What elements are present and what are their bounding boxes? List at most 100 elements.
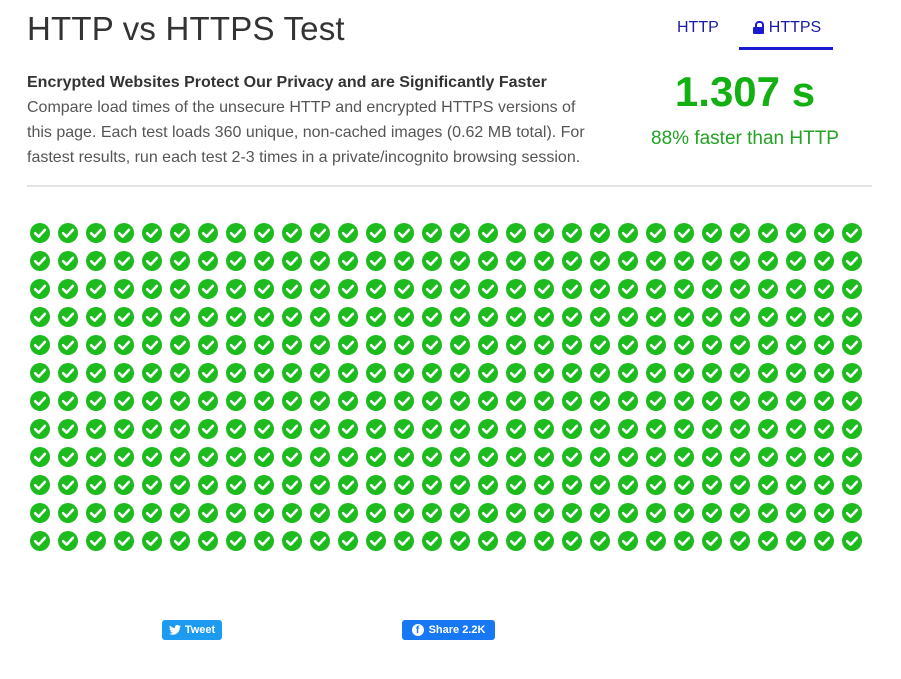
check-circle-icon [254,335,274,355]
check-circle-icon [198,279,218,299]
check-circle-icon [478,223,498,243]
check-circle-icon [170,419,190,439]
facebook-share-button[interactable]: f Share 2.2K [402,620,495,640]
check-circle-icon [478,335,498,355]
check-circle-icon [422,531,442,551]
check-circle-icon [786,531,806,551]
check-circle-icon [142,223,162,243]
check-circle-icon [114,279,134,299]
tab-https[interactable]: HTTPS [738,12,834,50]
check-circle-icon [702,307,722,327]
check-circle-icon [562,363,582,383]
tab-http[interactable]: HTTP [660,12,736,48]
check-circle-icon [450,531,470,551]
check-circle-icon [58,419,78,439]
tweet-button[interactable]: Tweet [162,620,222,640]
check-circle-icon [198,335,218,355]
check-circle-icon [646,279,666,299]
check-circle-icon [562,447,582,467]
check-circle-icon [450,223,470,243]
check-circle-icon [366,335,386,355]
check-circle-icon [590,419,610,439]
check-circle-icon [226,531,246,551]
check-circle-icon [758,251,778,271]
check-circle-icon [254,447,274,467]
check-circle-icon [590,335,610,355]
check-circle-icon [30,223,50,243]
check-circle-icon [198,419,218,439]
check-circle-icon [86,363,106,383]
check-circle-icon [506,419,526,439]
check-circle-icon [338,503,358,523]
check-circle-icon [646,503,666,523]
check-circle-icon [674,251,694,271]
check-circle-icon [30,251,50,271]
check-circle-icon [674,307,694,327]
check-circle-icon [478,279,498,299]
check-circle-icon [674,335,694,355]
check-circle-icon [786,419,806,439]
check-circle-icon [534,223,554,243]
check-circle-icon [394,391,414,411]
check-circle-icon [254,363,274,383]
check-circle-icon [422,279,442,299]
check-circle-icon [422,363,442,383]
check-circle-icon [590,363,610,383]
check-circle-icon [646,223,666,243]
check-circle-icon [282,475,302,495]
check-circle-icon [506,447,526,467]
check-circle-icon [730,223,750,243]
check-circle-icon [394,503,414,523]
check-circle-icon [562,279,582,299]
page: HTTP vs HTTPS Test Encrypted Websites Pr… [0,0,901,679]
check-circle-icon [254,307,274,327]
check-circle-icon [590,251,610,271]
check-circle-icon [842,307,862,327]
check-circle-icon [254,223,274,243]
check-circle-icon [366,475,386,495]
check-circle-icon [814,279,834,299]
check-circle-icon [618,363,638,383]
check-circle-icon [338,279,358,299]
check-circle-icon [758,363,778,383]
check-circle-icon [422,447,442,467]
check-circle-icon [590,279,610,299]
check-circle-icon [142,279,162,299]
check-circle-icon [758,307,778,327]
check-circle-icon [142,335,162,355]
check-circle-icon [338,223,358,243]
check-circle-icon [786,503,806,523]
tab-https-label: HTTPS [768,19,822,36]
facebook-icon: f [411,624,424,636]
check-circle-icon [86,419,106,439]
check-circle-icon [30,279,50,299]
check-circle-icon [562,251,582,271]
check-circle-icon [310,419,330,439]
check-circle-icon [786,279,806,299]
check-circle-icon [786,391,806,411]
check-circle-icon [394,447,414,467]
check-circle-icon [170,307,190,327]
check-circle-icon [450,251,470,271]
check-circle-icon [58,335,78,355]
check-circle-icon [114,503,134,523]
check-circle-icon [814,531,834,551]
check-circle-icon [30,475,50,495]
check-circle-icon [338,447,358,467]
check-circle-icon [758,475,778,495]
check-circle-icon [842,503,862,523]
check-circle-icon [338,251,358,271]
check-circle-icon [338,335,358,355]
check-circle-icon [366,251,386,271]
check-circle-icon [394,251,414,271]
check-circle-icon [310,251,330,271]
check-circle-icon [786,447,806,467]
page-title: HTTP vs HTTPS Test [27,10,345,47]
check-circle-icon [282,335,302,355]
check-circle-icon [814,251,834,271]
check-circle-icon [730,251,750,271]
check-circle-icon [730,475,750,495]
check-circle-icon [478,251,498,271]
check-circle-icon [562,503,582,523]
check-circle-icon [758,531,778,551]
